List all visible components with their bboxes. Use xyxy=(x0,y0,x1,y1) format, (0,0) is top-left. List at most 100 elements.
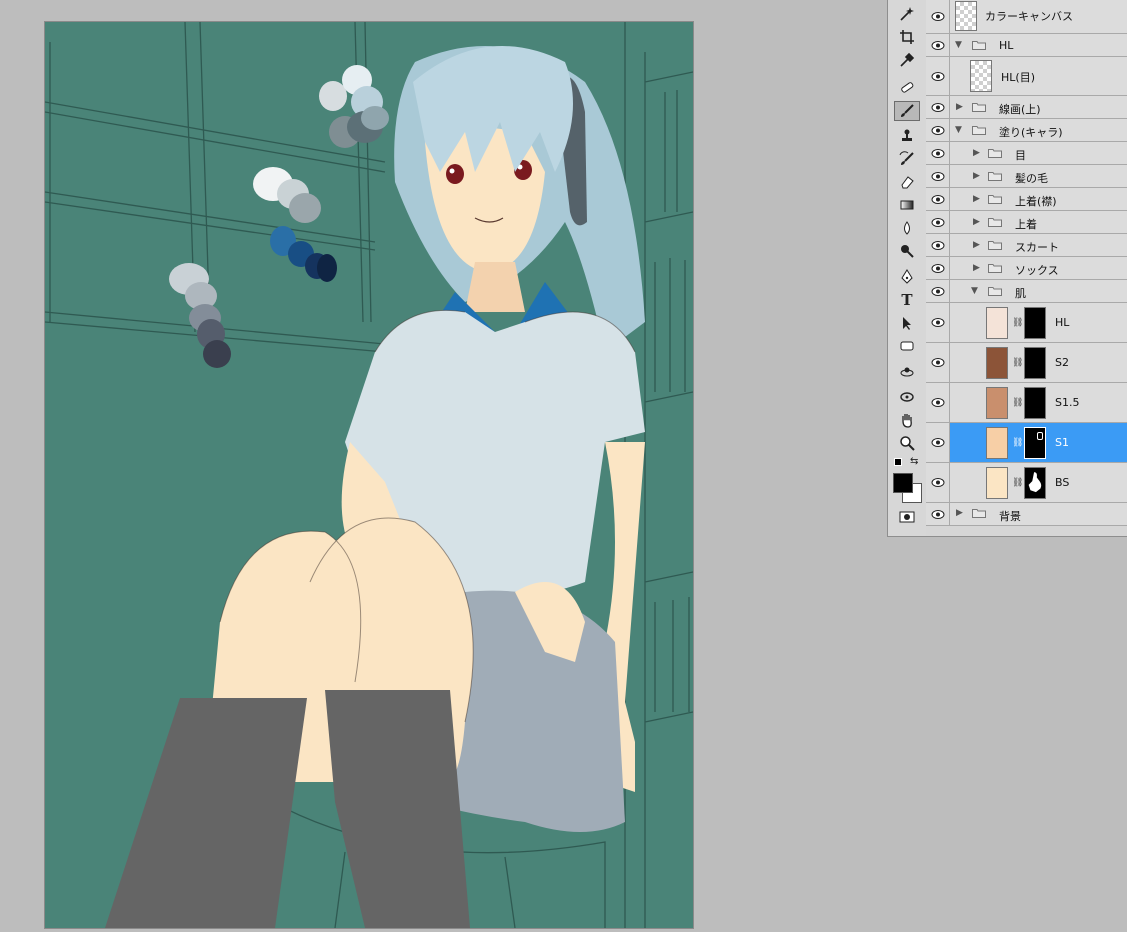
swap-colors-icon[interactable]: ⇆ xyxy=(910,456,918,467)
visibility-eye-icon[interactable] xyxy=(926,96,950,118)
visibility-eye-icon[interactable] xyxy=(926,280,950,302)
group-row[interactable]: ▶ 背景 xyxy=(926,503,1127,526)
visibility-eye-icon[interactable] xyxy=(926,303,950,342)
layer-thumbnail xyxy=(986,307,1008,339)
group-row[interactable]: ▶ 髪の毛 xyxy=(926,165,1127,188)
layer-name: ソックス xyxy=(1015,264,1059,277)
layer-name: HL(目) xyxy=(1001,71,1035,84)
group-row[interactable]: ▼ HL xyxy=(926,34,1127,57)
shape-icon[interactable] xyxy=(894,336,920,356)
group-row[interactable]: ▶ 目 xyxy=(926,142,1127,165)
visibility-eye-icon[interactable] xyxy=(926,234,950,256)
hand-icon[interactable] xyxy=(894,410,920,430)
zoom-icon[interactable] xyxy=(894,433,920,453)
visibility-eye-icon[interactable] xyxy=(926,0,950,33)
expand-triangle-icon[interactable]: ▶ xyxy=(973,148,980,158)
visibility-eye-icon[interactable] xyxy=(926,463,950,502)
group-row[interactable]: ▶ ソックス xyxy=(926,257,1127,280)
visibility-eye-icon[interactable] xyxy=(926,142,950,164)
expand-triangle-icon[interactable]: ▼ xyxy=(955,125,962,135)
folder-icon xyxy=(988,195,1002,204)
pen-icon[interactable] xyxy=(894,267,920,287)
expand-triangle-icon[interactable]: ▼ xyxy=(955,40,962,50)
layer-mask-thumbnail[interactable] xyxy=(1024,307,1046,339)
expand-triangle-icon[interactable]: ▶ xyxy=(973,240,980,250)
expand-triangle-icon[interactable]: ▶ xyxy=(973,171,980,181)
layer-row[interactable]: ⛓ S1.5 xyxy=(926,383,1127,423)
crop-icon[interactable] xyxy=(894,27,920,47)
layer-mask-thumbnail[interactable] xyxy=(1024,467,1046,499)
folder-icon xyxy=(972,126,986,135)
visibility-eye-icon[interactable] xyxy=(926,257,950,279)
type-icon[interactable]: T xyxy=(894,290,920,310)
dodge-icon[interactable] xyxy=(894,241,920,261)
link-icon[interactable]: ⛓ xyxy=(1012,438,1023,448)
visibility-eye-icon[interactable] xyxy=(926,188,950,210)
path-select-icon[interactable] xyxy=(894,313,920,333)
layer-name: 背景 xyxy=(999,510,1021,523)
layer-row[interactable]: HL(目) xyxy=(926,57,1127,96)
group-row[interactable]: ▶ 上着 xyxy=(926,211,1127,234)
eraser-icon[interactable] xyxy=(894,172,920,192)
visibility-eye-icon[interactable] xyxy=(926,119,950,141)
gradient-icon[interactable] xyxy=(894,195,920,215)
layer-mask-thumbnail[interactable] xyxy=(1024,347,1046,379)
layer-mask-thumbnail[interactable] xyxy=(1024,427,1046,459)
blur-icon[interactable] xyxy=(894,218,920,238)
expand-triangle-icon[interactable]: ▶ xyxy=(973,194,980,204)
visibility-eye-icon[interactable] xyxy=(926,423,950,462)
visibility-eye-icon[interactable] xyxy=(926,211,950,233)
layer-name: S2 xyxy=(1055,356,1069,369)
expand-triangle-icon[interactable]: ▶ xyxy=(973,217,980,227)
expand-triangle-icon[interactable]: ▶ xyxy=(973,263,980,273)
clone-stamp-icon[interactable] xyxy=(894,126,920,146)
layer-row[interactable]: ⛓ BS xyxy=(926,463,1127,503)
mask-silhouette xyxy=(1028,472,1042,493)
folder-icon xyxy=(988,241,1002,250)
history-brush-icon[interactable] xyxy=(894,149,920,169)
layer-mask-thumbnail[interactable] xyxy=(1024,387,1046,419)
magic-wand-icon[interactable] xyxy=(894,4,920,24)
document-canvas[interactable] xyxy=(45,22,693,928)
quick-mask-icon[interactable] xyxy=(894,507,920,527)
default-colors-icon[interactable] xyxy=(894,458,902,466)
visibility-eye-icon[interactable] xyxy=(926,34,950,56)
eyedropper-icon[interactable] xyxy=(894,50,920,70)
group-row[interactable]: ▶ 線画(上) xyxy=(926,96,1127,119)
visibility-eye-icon[interactable] xyxy=(926,503,950,525)
layer-thumbnail xyxy=(986,387,1008,419)
type-tool-label: T xyxy=(901,291,913,309)
expand-triangle-icon[interactable]: ▶ xyxy=(956,508,963,518)
layer-row[interactable]: カラーキャンバス xyxy=(926,0,1127,34)
color-swap-controls[interactable]: ⇆ xyxy=(894,456,920,470)
expand-triangle-icon[interactable]: ▶ xyxy=(956,102,963,112)
layer-name: カラーキャンバス xyxy=(985,10,1073,23)
layer-row[interactable]: ⛓ S2 xyxy=(926,343,1127,383)
layer-thumbnail xyxy=(986,467,1008,499)
link-icon[interactable]: ⛓ xyxy=(1012,478,1023,488)
layer-name: BS xyxy=(1055,476,1070,489)
brush-icon[interactable] xyxy=(894,101,920,121)
link-icon[interactable]: ⛓ xyxy=(1012,358,1023,368)
layer-row[interactable]: ⛓ HL xyxy=(926,303,1127,343)
visibility-eye-icon[interactable] xyxy=(926,165,950,187)
layer-name: 上着 xyxy=(1015,218,1037,231)
3d-rotate-icon[interactable] xyxy=(894,363,920,383)
link-icon[interactable]: ⛓ xyxy=(1012,318,1023,328)
layer-name: HL xyxy=(999,39,1014,52)
group-row[interactable]: ▼ 塗り(キャラ) xyxy=(926,119,1127,142)
group-row[interactable]: ▶ 上着(襟) xyxy=(926,188,1127,211)
layer-row-selected[interactable]: ⛓ S1 xyxy=(926,423,1127,463)
group-row[interactable]: ▼ 肌 xyxy=(926,280,1127,303)
visibility-eye-icon[interactable] xyxy=(926,383,950,422)
visibility-eye-icon[interactable] xyxy=(926,57,950,95)
link-icon[interactable]: ⛓ xyxy=(1012,398,1023,408)
visibility-eye-icon[interactable] xyxy=(926,343,950,382)
layer-name: 塗り(キャラ) xyxy=(999,126,1063,139)
foreground-color-swatch[interactable] xyxy=(893,473,913,493)
layer-thumbnail xyxy=(970,60,992,92)
group-row[interactable]: ▶ スカート xyxy=(926,234,1127,257)
3d-orbit-icon[interactable] xyxy=(894,387,920,407)
expand-triangle-icon[interactable]: ▼ xyxy=(971,286,978,296)
healing-brush-icon[interactable] xyxy=(894,77,920,97)
